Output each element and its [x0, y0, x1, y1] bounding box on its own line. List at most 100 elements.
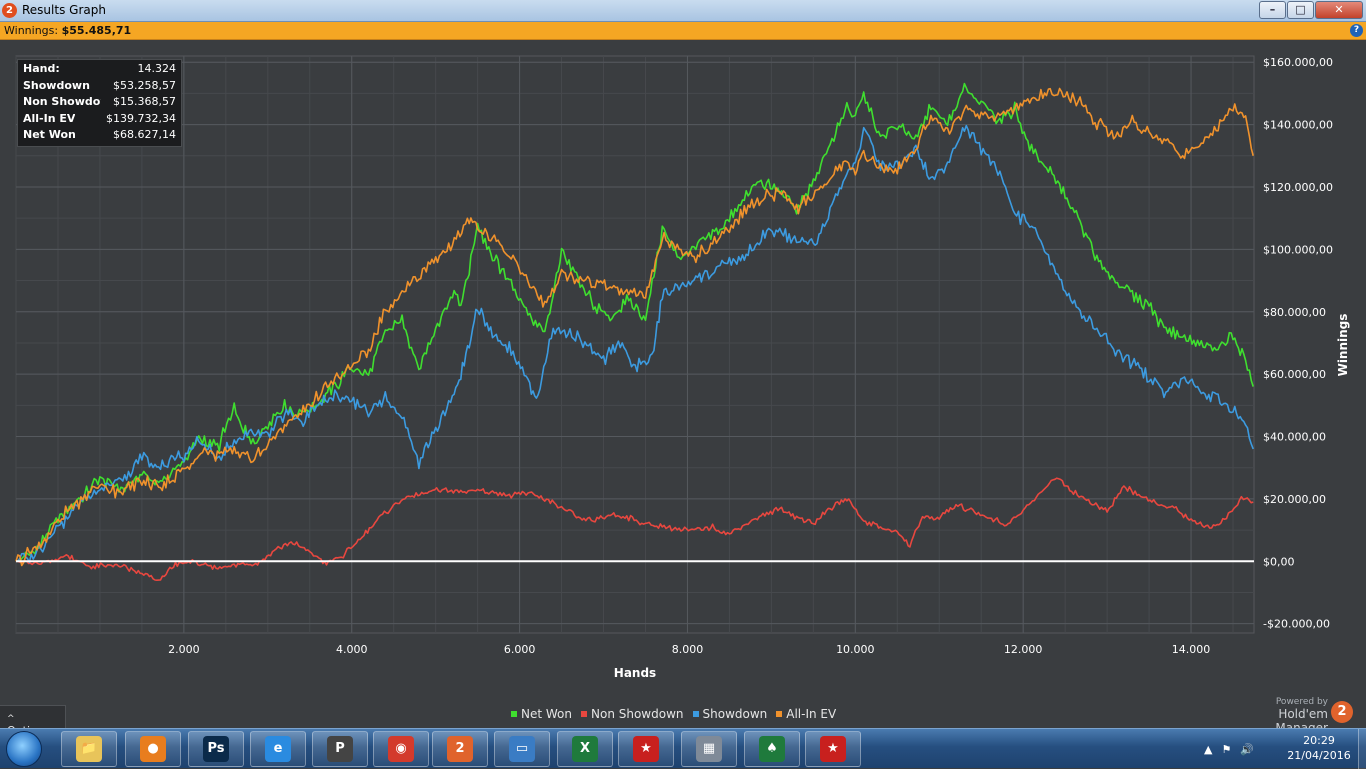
- stat-row: Showdown $53.258,57: [23, 79, 176, 96]
- system-tray: ▲ ⚑ 🔊: [1200, 731, 1280, 767]
- y-tick-label: $120.000,00: [1263, 181, 1333, 194]
- taskbar-blender-button[interactable]: ●: [125, 731, 181, 767]
- y-tick-label: $140.000,00: [1263, 119, 1333, 132]
- y-tick-label: $60.000,00: [1263, 368, 1326, 381]
- results-graph[interactable]: 2.000 4.000 6.000 8.000 10.000 12.000 14.000 -…: [0, 40, 1366, 705]
- legend-swatch: [776, 711, 783, 717]
- legend-swatch: [692, 711, 699, 717]
- legend: Net Won Non Showdown Showdown All-In EV: [511, 707, 836, 721]
- y-tick-label: $20.000,00: [1263, 493, 1326, 506]
- speaker-icon[interactable]: 🔊: [1240, 743, 1254, 756]
- y-axis-label: Winnings: [1336, 314, 1350, 377]
- taskbar-explorer-button[interactable]: 📁: [61, 731, 117, 767]
- y-tick-label: $100.000,00: [1263, 243, 1333, 256]
- minimize-button[interactable]: –: [1259, 1, 1286, 19]
- x-tick-label: 14.000: [1172, 643, 1211, 656]
- pokerx-icon: P: [327, 736, 353, 762]
- app-logo-icon: 2: [2, 3, 17, 18]
- taskbar-chrome-button[interactable]: ◉: [373, 731, 429, 767]
- stat-label: Non Showdown: [23, 95, 101, 109]
- x-tick-label: 10.000: [836, 643, 875, 656]
- stat-label: All-In EV: [23, 111, 76, 125]
- stat-row: Net Won $68.627,14: [23, 128, 176, 145]
- blender-icon: ●: [140, 736, 166, 762]
- picture-viewer-icon: ▭: [509, 736, 535, 762]
- y-tick-label: $40.000,00: [1263, 431, 1326, 444]
- close-button[interactable]: ✕: [1315, 1, 1363, 19]
- chrome-icon: ◉: [388, 736, 414, 762]
- x-axis-ticks: 2.000 4.000 6.000 8.000 10.000 12.000 14.000: [168, 643, 1210, 656]
- pokerstars-2-icon: ★: [820, 736, 846, 762]
- show-desktop-button[interactable]: [1358, 729, 1366, 769]
- stat-row: Non Showdown $15.368,57: [23, 95, 176, 112]
- chevron-up-icon: ^: [7, 714, 15, 724]
- clock-time: 20:29: [1303, 734, 1335, 747]
- options-button[interactable]: ^ Options: [0, 705, 66, 737]
- x-tick-label: 12.000: [1004, 643, 1043, 656]
- legend-label: Net Won: [521, 707, 572, 721]
- taskbar-picture-viewer-button[interactable]: ▭: [494, 731, 550, 767]
- stat-value: $139.732,34: [106, 111, 176, 125]
- taskbar-photoshop-button[interactable]: Ps: [188, 731, 244, 767]
- action-center-icon[interactable]: ⚑: [1221, 743, 1231, 756]
- stat-label: Showdown: [23, 78, 90, 92]
- x-tick-label: 6.000: [504, 643, 536, 656]
- taskbar-pokerstars-2-button[interactable]: ★: [805, 731, 861, 767]
- internet-explorer-icon: e: [265, 736, 291, 762]
- legend-label: All-In EV: [786, 707, 837, 721]
- winnings-bar: Winnings: $55.485,71 ?: [0, 22, 1366, 40]
- taskbar-pokerstars-button[interactable]: ★: [618, 731, 674, 767]
- powered-by-label: Powered by: [1275, 697, 1328, 707]
- clock[interactable]: 20:29 21/04/2016: [1282, 733, 1356, 763]
- holdem-manager-icon: 2: [447, 736, 473, 762]
- y-axis-ticks: -$20.000,00 $0,00 $20.000,00 $40.000,00 $60.…: [1263, 56, 1333, 630]
- taskbar-excel-button[interactable]: X: [557, 731, 613, 767]
- taskbar-holdem-manager-button[interactable]: 2: [432, 731, 488, 767]
- y-tick-label: -$20.000,00: [1263, 618, 1330, 631]
- stat-value: $68.627,14: [113, 128, 176, 142]
- stat-label: Hand:: [23, 62, 60, 75]
- stat-row: All-In EV $139.732,34: [23, 112, 176, 129]
- winnings-value: $55.485,71: [61, 24, 132, 37]
- y-tick-label: $160.000,00: [1263, 56, 1333, 69]
- y-tick-label: $80.000,00: [1263, 306, 1326, 319]
- stat-row: Hand: 14.324: [23, 62, 176, 79]
- title-bar[interactable]: 2 Results Graph – □ ✕: [0, 0, 1366, 22]
- stat-label: Net Won: [23, 128, 76, 142]
- taskbar: 📁 ● Ps e P ◉ 2 ▭ X ★ ▦ ♠ ★ ▲ ⚑ 🔊 20:29 21/04/2016: [0, 728, 1366, 769]
- x-tick-label: 8.000: [672, 643, 704, 656]
- excel-icon: X: [572, 736, 598, 762]
- taskbar-calculator-button[interactable]: ▦: [681, 731, 737, 767]
- start-button[interactable]: [6, 731, 42, 767]
- stat-value: 14.324: [137, 62, 177, 75]
- plot-area: [15, 55, 1255, 634]
- legend-item[interactable]: Net Won: [511, 707, 572, 721]
- legend-swatch: [511, 711, 517, 717]
- grid: [15, 55, 1255, 634]
- legend-item[interactable]: Non Showdown: [581, 707, 684, 721]
- window-title: Results Graph: [22, 3, 106, 17]
- poker-tracker-icon: ♠: [759, 736, 785, 762]
- y-tick-label: $0,00: [1263, 555, 1295, 568]
- legend-label: Showdown: [702, 707, 768, 721]
- legend-swatch: [581, 711, 587, 717]
- x-tick-label: 4.000: [336, 643, 368, 656]
- winnings-label: Winnings:: [4, 24, 59, 37]
- legend-item[interactable]: All-In EV: [776, 707, 836, 721]
- legend-item[interactable]: Showdown: [692, 707, 768, 721]
- calculator-icon: ▦: [696, 736, 722, 762]
- x-tick-label: 2.000: [168, 643, 200, 656]
- help-icon[interactable]: ?: [1350, 24, 1363, 37]
- taskbar-pokerx-button[interactable]: P: [312, 731, 368, 767]
- taskbar-internet-explorer-button[interactable]: e: [250, 731, 306, 767]
- tray-expand-icon[interactable]: ▲: [1204, 743, 1212, 756]
- winnings-summary: Winnings: $55.485,71: [4, 24, 131, 37]
- taskbar-poker-tracker-button[interactable]: ♠: [744, 731, 800, 767]
- x-axis-label: Hands: [614, 666, 656, 680]
- explorer-icon: 📁: [76, 736, 102, 762]
- maximize-button[interactable]: □: [1287, 1, 1314, 19]
- pokerstars-icon: ★: [633, 736, 659, 762]
- photoshop-icon: Ps: [203, 736, 229, 762]
- holdem-manager-logo-icon: 2: [1331, 701, 1353, 723]
- clock-date: 21/04/2016: [1287, 749, 1351, 762]
